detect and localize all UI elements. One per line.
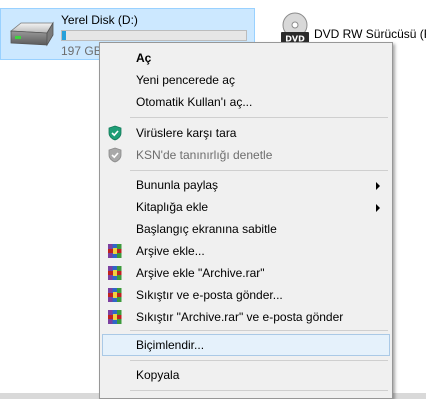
menu-separator (130, 117, 388, 118)
menu-item-label: Sıkıştır "Archive.rar" ve e-posta gönder (136, 310, 344, 324)
menu-item-add-to-archive-rar[interactable]: Arşive ekle "Archive.rar" (102, 262, 390, 284)
menu-item-ksn-check[interactable]: KSN'de tanınırlığı denetle (102, 144, 390, 166)
context-menu: Aç Yeni pencerede aç Otomatik Kullan'ı a… (99, 42, 393, 399)
menu-item-scan-viruses[interactable]: Virüslere karşı tara (102, 122, 390, 144)
drive-usage-fill (62, 31, 66, 40)
winrar-icon (107, 287, 123, 303)
menu-item-label: Bununla paylaş (136, 178, 219, 192)
menu-item-label: Otomatik Kullan'ı aç... (136, 95, 253, 109)
menu-item-pin-to-start[interactable]: Başlangıç ekranına sabitle (102, 218, 390, 240)
menu-item-add-to-archive[interactable]: Arşive ekle... (102, 240, 390, 262)
menu-item-open-autoplay[interactable]: Otomatik Kullan'ı aç... (102, 91, 390, 113)
menu-separator (130, 330, 388, 331)
menu-item-label: Sıkıştır ve e-posta gönder... (136, 288, 283, 302)
menu-item-compress-and-email[interactable]: Sıkıştır ve e-posta gönder... (102, 284, 390, 306)
menu-item-label: Arşive ekle... (136, 244, 205, 258)
winrar-icon (107, 243, 123, 259)
menu-item-copy[interactable]: Kopyala (102, 364, 390, 386)
winrar-icon (107, 309, 123, 325)
menu-separator (130, 170, 388, 171)
winrar-icon (107, 265, 123, 281)
menu-separator (130, 390, 388, 391)
submenu-arrow-icon (376, 182, 380, 190)
menu-item-open[interactable]: Aç (102, 47, 390, 69)
submenu-arrow-icon (376, 204, 380, 212)
menu-separator (130, 360, 388, 361)
ksn-shield-icon (107, 147, 123, 163)
menu-item-label: KSN'de tanınırlığı denetle (136, 148, 273, 162)
menu-item-add-to-library[interactable]: Kitaplığa ekle (102, 196, 390, 218)
drive-name: DVD RW Sürücüsü (F: (314, 27, 426, 41)
drive-name: Yerel Disk (D:) (61, 13, 138, 27)
menu-item-compress-rar-and-email[interactable]: Sıkıştır "Archive.rar" ve e-posta gönder (102, 306, 390, 328)
hard-drive-icon (7, 21, 55, 52)
menu-item-label: Arşive ekle "Archive.rar" (136, 266, 265, 280)
menu-item-label: Virüslere karşı tara (136, 126, 237, 140)
menu-item-label: Aç (136, 51, 152, 65)
menu-item-format[interactable]: Biçimlendir... (102, 334, 390, 356)
menu-item-share-with[interactable]: Bununla paylaş (102, 174, 390, 196)
menu-item-open-new-window[interactable]: Yeni pencerede aç (102, 69, 390, 91)
drive-usage-bar (61, 30, 247, 41)
menu-item-label: Başlangıç ekranına sabitle (136, 222, 277, 236)
drive-size-text: 197 GB (61, 44, 102, 58)
menu-item-label: Kitaplığa ekle (136, 200, 209, 214)
kaspersky-shield-icon (107, 125, 123, 141)
menu-item-label: Biçimlendir... (136, 338, 205, 352)
menu-item-label: Kopyala (136, 368, 180, 382)
menu-item-label: Yeni pencerede aç (136, 73, 235, 87)
